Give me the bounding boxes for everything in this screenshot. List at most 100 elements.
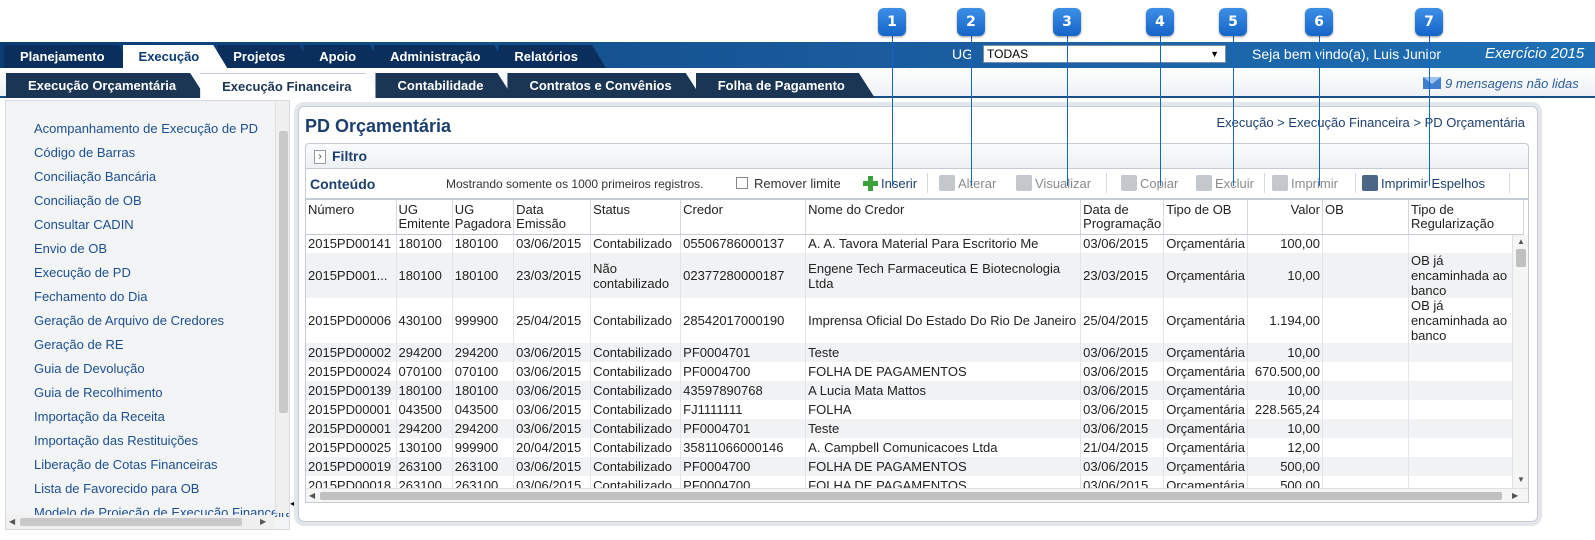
table-row[interactable]: 2015PD00141 180100 180100 03/06/2015 Contabi… bbox=[306, 234, 1524, 253]
cell-ob bbox=[1322, 234, 1409, 253]
tab-folha-pagamento[interactable]: Folha de Pagamento bbox=[696, 73, 875, 98]
imprimir-button[interactable]: Imprimir bbox=[1272, 175, 1338, 191]
ug-select[interactable]: TODAS ▼ bbox=[983, 45, 1226, 63]
sidebar-item-fechamento-dia[interactable]: Fechamento do Dia bbox=[34, 287, 289, 311]
main-menu-tabs: Planejamento Execução Projetos Apoio Adm… bbox=[4, 45, 596, 68]
cell-valor: 12,00 bbox=[1247, 438, 1323, 457]
copiar-button[interactable]: Copiar bbox=[1121, 175, 1178, 191]
scroll-right-icon[interactable]: ▶ bbox=[260, 517, 266, 526]
table-row[interactable]: 2015PD00001 043500 043500 03/06/2015 Contabi… bbox=[306, 400, 1524, 419]
remove-limit-checkbox[interactable]: Remover limite bbox=[736, 176, 841, 191]
sidebar-item-conciliacao-ob[interactable]: Conciliação de OB bbox=[34, 191, 289, 215]
table-row[interactable]: 2015PD00006 430100 999900 25/04/2015 Contabi… bbox=[306, 298, 1524, 343]
col-nome-credor[interactable]: Nome do Credor bbox=[805, 200, 1082, 235]
col-data-emissao[interactable]: Data Emissão bbox=[513, 200, 592, 235]
sidebar-item-conciliacao-bancaria[interactable]: Conciliação Bancária bbox=[34, 167, 289, 191]
col-tipo-regularizacao[interactable]: Tipo de Regularização bbox=[1408, 200, 1524, 235]
scroll-left-icon[interactable]: ◀ bbox=[309, 491, 315, 500]
sidebar-item-codigo-barras[interactable]: Código de Barras bbox=[34, 143, 289, 167]
cell-tipo-regularizacao: OB já encaminhada ao banco bbox=[1408, 298, 1524, 343]
cell-ug-emitente: 043500 bbox=[396, 400, 453, 419]
col-numero[interactable]: Número bbox=[306, 200, 397, 235]
checkbox-icon[interactable] bbox=[736, 177, 748, 189]
cell-nome-credor: Teste bbox=[805, 343, 1082, 362]
col-valor[interactable]: Valor bbox=[1247, 200, 1323, 235]
marker-3: 3 bbox=[1053, 8, 1081, 36]
main-panel: PD Orçamentária Execução > Execução Fina… bbox=[298, 106, 1538, 522]
scroll-left-icon[interactable]: ◀ bbox=[9, 517, 15, 526]
expand-filter-icon[interactable]: › bbox=[314, 150, 326, 164]
sidebar-item-importacao-restituicoes[interactable]: Importação das Restituições bbox=[34, 431, 289, 455]
table-row[interactable]: 2015PD00139 180100 180100 03/06/2015 Contabi… bbox=[306, 381, 1524, 400]
sidebar-item-acompanhamento[interactable]: Acompanhamento de Execução de PD bbox=[34, 119, 289, 143]
table-horizontal-scrollbar[interactable]: ◀ ▶ bbox=[306, 488, 1528, 502]
tab-execucao-orcamentaria[interactable]: Execução Orçamentária bbox=[6, 73, 206, 98]
cell-ug-emitente: 180100 bbox=[396, 253, 453, 298]
col-tipo-ob[interactable]: Tipo de OB bbox=[1163, 200, 1248, 235]
sidebar-hscroll-thumb[interactable] bbox=[20, 518, 242, 526]
cell-numero: 2015PD00019 bbox=[306, 457, 397, 476]
table-vscroll-thumb[interactable] bbox=[1516, 249, 1526, 267]
alterar-button[interactable]: Alterar bbox=[939, 175, 996, 191]
table-row[interactable]: 2015PD00024 070100 070100 03/06/2015 Contabi… bbox=[306, 362, 1524, 381]
tab-administracao[interactable]: Administração bbox=[374, 45, 508, 68]
cell-status: Contabilizado bbox=[590, 362, 682, 381]
table-row[interactable]: 2015PD00025 130100 999900 20/04/2015 Contabi… bbox=[306, 438, 1524, 457]
sidebar-vscroll-thumb[interactable] bbox=[279, 131, 288, 413]
cell-ug-pagadora: 294200 bbox=[452, 419, 515, 438]
scroll-down-icon[interactable]: ▼ bbox=[1517, 475, 1525, 484]
excluir-button[interactable]: Excluir bbox=[1196, 175, 1254, 191]
tab-apoio[interactable]: Apoio bbox=[303, 45, 384, 68]
inserir-button[interactable]: Inserir bbox=[862, 175, 917, 191]
col-ug-pagadora[interactable]: UG Pagadora bbox=[452, 200, 515, 235]
imprimir-espelhos-button[interactable]: Imprimir Espelhos bbox=[1362, 175, 1485, 191]
scroll-right-icon[interactable]: ▶ bbox=[1512, 491, 1518, 500]
sidebar-item-guia-recolhimento[interactable]: Guia de Recolhimento bbox=[34, 383, 289, 407]
sidebar-item-guia-devolucao[interactable]: Guia de Devolução bbox=[34, 359, 289, 383]
sidebar-item-importacao-receita[interactable]: Importação da Receita bbox=[34, 407, 289, 431]
filter-panel[interactable]: › Filtro bbox=[305, 143, 1529, 169]
cell-ug-pagadora: 180100 bbox=[452, 253, 515, 298]
cell-ob bbox=[1322, 298, 1409, 343]
tab-execucao-financeira[interactable]: Execução Financeira bbox=[200, 73, 381, 98]
sidebar-item-execucao-pd[interactable]: Execução de PD bbox=[34, 263, 289, 287]
table-row[interactable]: 2015PD001... 180100 180100 23/03/2015 Não co… bbox=[306, 253, 1524, 298]
sidebar-horizontal-scrollbar[interactable]: ◀ ▶ bbox=[6, 515, 275, 529]
sidebar-item-cadin[interactable]: Consultar CADIN bbox=[34, 215, 289, 239]
tab-projetos[interactable]: Projetos bbox=[217, 45, 313, 68]
tab-contabilidade[interactable]: Contabilidade bbox=[375, 73, 513, 98]
tab-execucao[interactable]: Execução bbox=[123, 45, 228, 68]
cell-status: Contabilizado bbox=[590, 400, 682, 419]
col-ob[interactable]: OB bbox=[1322, 200, 1409, 235]
sidebar-item-liberacao-cotas[interactable]: Liberação de Cotas Financeiras bbox=[34, 455, 289, 479]
cell-nome-credor: FOLHA bbox=[805, 400, 1082, 419]
col-ug-emitente[interactable]: UG Emitente bbox=[396, 200, 453, 235]
table-vertical-scrollbar[interactable]: ▲ ▼ bbox=[1512, 235, 1528, 488]
sidebar-item-arquivo-credores[interactable]: Geração de Arquivo de Credores bbox=[34, 311, 289, 335]
col-status[interactable]: Status bbox=[590, 200, 682, 235]
tab-contratos-convenios[interactable]: Contratos e Convênios bbox=[507, 73, 701, 98]
col-credor[interactable]: Credor bbox=[680, 200, 807, 235]
table-row[interactable]: 2015PD00002 294200 294200 03/06/2015 Contabi… bbox=[306, 343, 1524, 362]
sidebar-item-envio-ob[interactable]: Envio de OB bbox=[34, 239, 289, 263]
tab-planejamento[interactable]: Planejamento bbox=[4, 45, 133, 68]
cell-ug-pagadora: 294200 bbox=[452, 343, 515, 362]
tab-relatorios[interactable]: Relatórios bbox=[498, 45, 606, 68]
col-data-programacao[interactable]: Data de Programação bbox=[1080, 200, 1165, 235]
visualizar-button[interactable]: Visualizar bbox=[1016, 175, 1091, 191]
table-row[interactable]: 2015PD00019 263100 263100 03/06/2015 Contabi… bbox=[306, 457, 1524, 476]
top-nav-bar: Planejamento Execução Projetos Apoio Adm… bbox=[0, 42, 1595, 68]
cell-status: Contabilizado bbox=[590, 419, 682, 438]
cell-tipo-regularizacao bbox=[1408, 343, 1524, 362]
table-hscroll-thumb[interactable] bbox=[320, 492, 1502, 500]
sidebar-item-geracao-re[interactable]: Geração de RE bbox=[34, 335, 289, 359]
sidebar-vertical-scrollbar[interactable] bbox=[275, 101, 289, 513]
sidebar-item-lista-favorecido[interactable]: Lista de Favorecido para OB bbox=[34, 479, 289, 503]
table-row[interactable]: 2015PD00001 294200 294200 03/06/2015 Contabi… bbox=[306, 419, 1524, 438]
collapse-sidebar-icon[interactable]: ◀ bbox=[290, 496, 299, 512]
cell-nome-credor: Imprensa Oficial Do Estado Do Rio De Jan… bbox=[805, 298, 1082, 343]
cell-ob bbox=[1322, 457, 1409, 476]
messages-link[interactable]: 9 mensagens não lidas bbox=[1423, 76, 1579, 91]
inserir-label: Inserir bbox=[881, 175, 918, 191]
scroll-up-icon[interactable]: ▲ bbox=[1517, 237, 1525, 246]
